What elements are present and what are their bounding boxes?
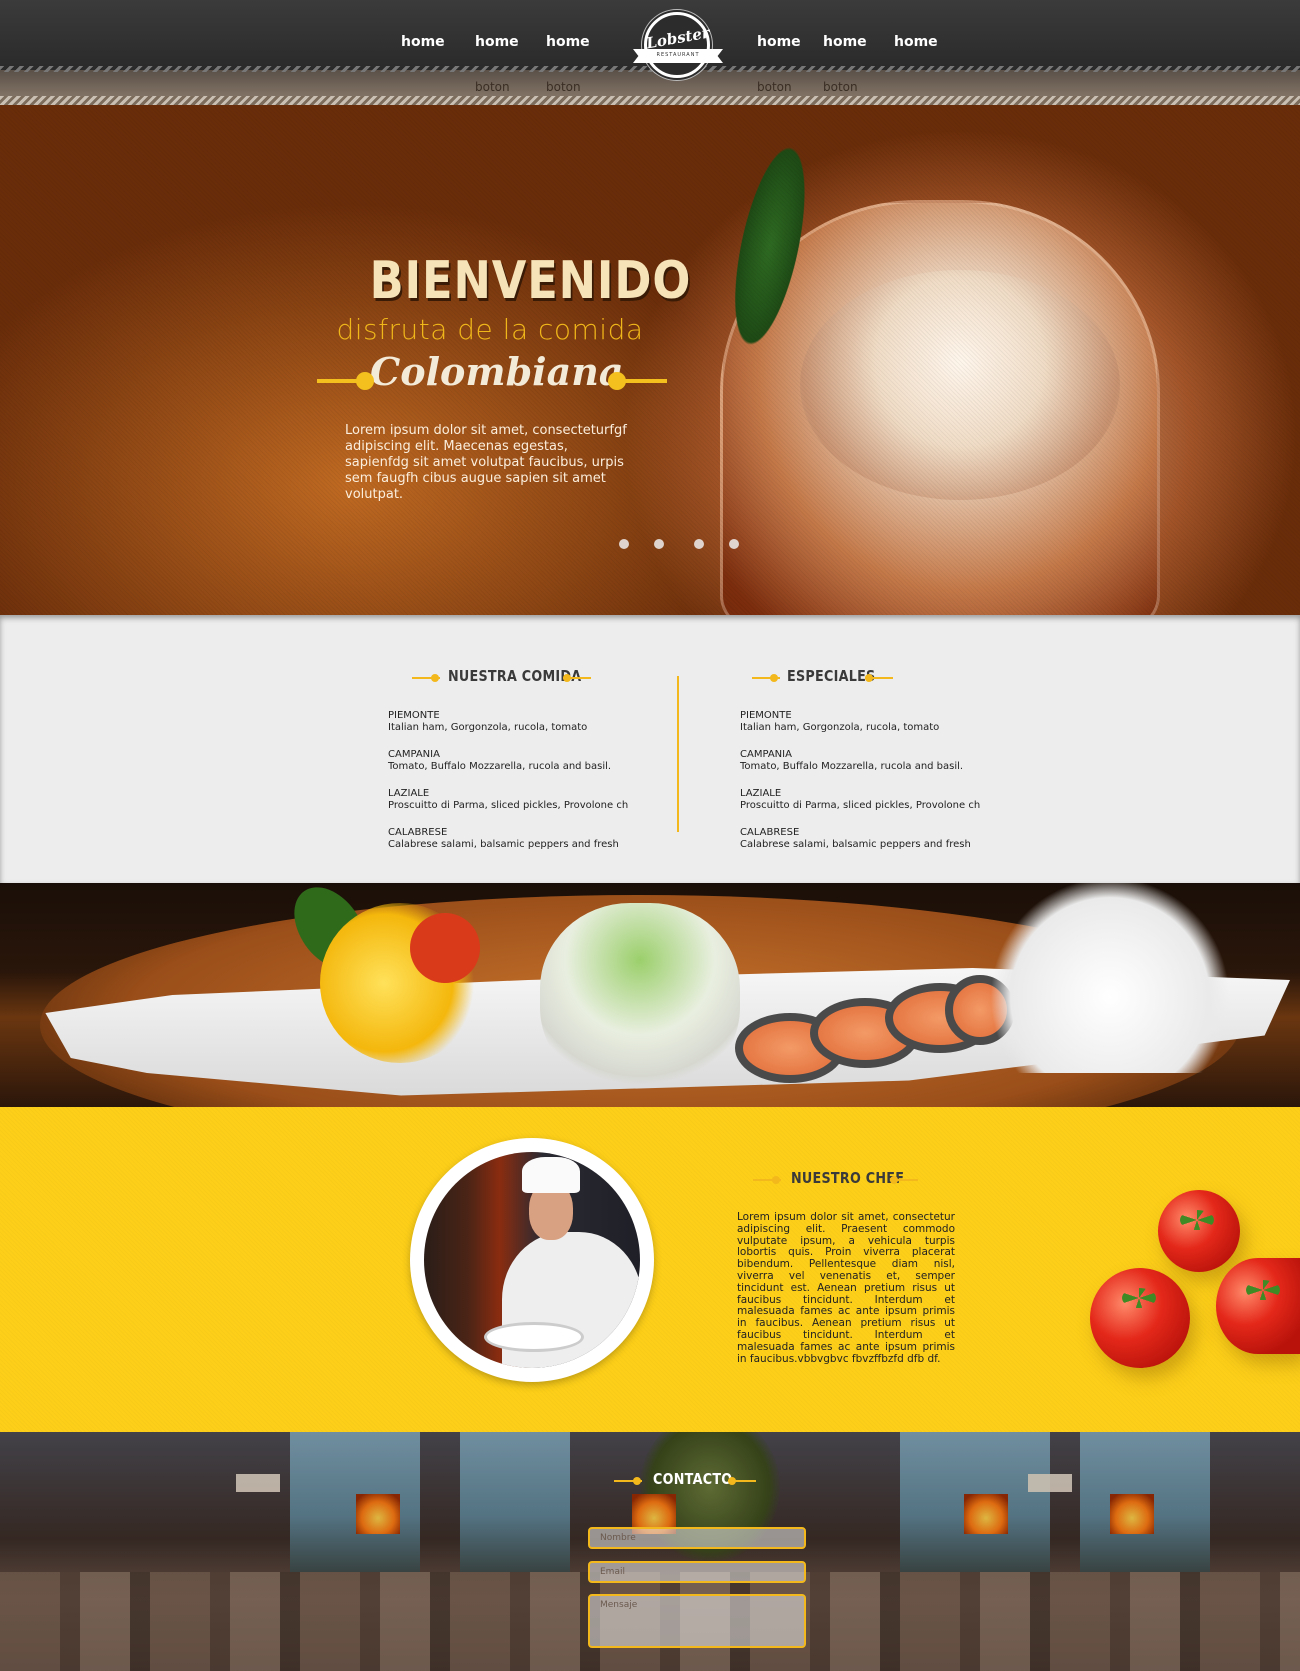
menu-item: PIEMONTE Italian ham, Gorgonzola, rucola… bbox=[740, 710, 1000, 734]
menu-item-desc: Italian ham, Gorgonzola, rucola, tomato bbox=[388, 722, 588, 733]
chef-photo-inner bbox=[424, 1152, 640, 1368]
contact-heading-dot-left bbox=[633, 1477, 641, 1485]
menu-item-name: LAZIALE bbox=[740, 788, 782, 799]
especiales-heading: ESPECIALES bbox=[787, 667, 876, 685]
menu-item-name: PIEMONTE bbox=[388, 710, 440, 721]
tomato-stem-icon bbox=[1180, 1210, 1214, 1230]
tomato-stem-icon bbox=[1246, 1280, 1280, 1300]
menu-item-name: PIEMONTE bbox=[740, 710, 792, 721]
menu-right-heading-rule-right bbox=[865, 677, 893, 679]
menu-item: LAZIALE Proscuitto di Parma, sliced pick… bbox=[388, 788, 648, 812]
chef-heading-dot-left bbox=[772, 1176, 780, 1184]
nuestra-comida-heading: NUESTRA COMIDA bbox=[448, 667, 582, 685]
menu-column-divider bbox=[677, 676, 679, 832]
menu-item: CAMPANIA Tomato, Buffalo Mozzarella, ruc… bbox=[740, 749, 1000, 773]
chef-heading-rule-right bbox=[890, 1179, 918, 1181]
sub-nav-boton-2[interactable]: boton bbox=[546, 80, 581, 94]
tomato-image bbox=[1216, 1258, 1300, 1354]
menu-item: CALABRESE Calabrese salami, balsamic pep… bbox=[388, 827, 648, 851]
menu-section bbox=[0, 615, 1300, 883]
menu-item: PIEMONTE Italian ham, Gorgonzola, rucola… bbox=[388, 710, 648, 734]
contacto-heading: CONTACTO bbox=[653, 1470, 733, 1488]
nav-link-home-6[interactable]: home bbox=[894, 34, 938, 50]
tomato-garnish-image bbox=[410, 913, 480, 983]
slider-dot-1[interactable] bbox=[619, 539, 629, 549]
slider-dot-4[interactable] bbox=[729, 539, 739, 549]
hero-subtitle: disfruta de la comida bbox=[336, 313, 644, 346]
menu-item-desc: Calabrese salami, balsamic peppers and f… bbox=[388, 839, 619, 850]
site-header: home home home home home home boton boto… bbox=[0, 0, 1300, 105]
message-field[interactable]: Mensaje bbox=[588, 1594, 806, 1648]
menu-item-name: CALABRESE bbox=[740, 827, 800, 838]
site-logo[interactable]: Lobster RESTAURANT bbox=[633, 12, 723, 82]
tomato-image bbox=[1158, 1190, 1240, 1272]
logo-subtext: RESTAURANT bbox=[656, 52, 700, 58]
name-field[interactable]: Nombre bbox=[588, 1527, 806, 1549]
nav-link-home-5[interactable]: home bbox=[823, 34, 867, 50]
menu-right-heading-dot-left bbox=[770, 674, 778, 682]
email-field[interactable]: Email bbox=[588, 1561, 806, 1583]
menu-left-heading-rule-right bbox=[563, 677, 591, 679]
chef-photo bbox=[410, 1138, 654, 1382]
hero-banner: BIENVENIDO disfruta de la comida Colombi… bbox=[0, 105, 1300, 615]
menu-item-name: CAMPANIA bbox=[388, 749, 440, 760]
nuestro-chef-heading: NUESTRO CHEF bbox=[791, 1169, 905, 1187]
nav-link-home-4[interactable]: home bbox=[757, 34, 801, 50]
nav-link-home-3[interactable]: home bbox=[546, 34, 590, 50]
slider-dot-3[interactable] bbox=[694, 539, 704, 549]
menu-item-desc: Proscuitto di Parma, sliced pickles, Pro… bbox=[388, 800, 629, 811]
hero-description: Lorem ipsum dolor sit amet, consecteturf… bbox=[345, 423, 627, 502]
chef-hat-image bbox=[522, 1157, 580, 1193]
tomato-image bbox=[1090, 1268, 1190, 1368]
menu-item: LAZIALE Proscuitto di Parma, sliced pick… bbox=[740, 788, 1000, 812]
slider-dot-2[interactable] bbox=[654, 539, 664, 549]
menu-item-desc: Tomato, Buffalo Mozzarella, rucola and b… bbox=[740, 761, 964, 772]
menu-item-desc: Italian ham, Gorgonzola, rucola, tomato bbox=[740, 722, 940, 733]
menu-item: CALABRESE Calabrese salami, balsamic pep… bbox=[740, 827, 1000, 851]
sub-nav-boton-1[interactable]: boton bbox=[475, 80, 510, 94]
menu-item: CAMPANIA Tomato, Buffalo Mozzarella, ruc… bbox=[388, 749, 648, 773]
hero-right-dot bbox=[608, 372, 626, 390]
contact-heading-rule-right bbox=[728, 1480, 756, 1482]
menu-item-desc: Proscuitto di Parma, sliced pickles, Pro… bbox=[740, 800, 981, 811]
menu-item-name: CAMPANIA bbox=[740, 749, 792, 760]
nav-link-home-1[interactable]: home bbox=[401, 34, 445, 50]
menu-item-name: LAZIALE bbox=[388, 788, 430, 799]
hero-title: BIENVENIDO bbox=[369, 251, 692, 311]
hero-left-dot bbox=[356, 372, 374, 390]
hero-script-title: Colombiana bbox=[370, 349, 624, 394]
especiales-list: PIEMONTE Italian ham, Gorgonzola, rucola… bbox=[740, 710, 1000, 866]
sub-nav-boton-3[interactable]: boton bbox=[757, 80, 792, 94]
menu-item-desc: Calabrese salami, balsamic peppers and f… bbox=[740, 839, 971, 850]
lace-doily-image bbox=[990, 883, 1230, 1073]
nav-link-home-2[interactable]: home bbox=[475, 34, 519, 50]
sub-nav-boton-4[interactable]: boton bbox=[823, 80, 858, 94]
tomato-stem-icon bbox=[1122, 1288, 1156, 1308]
salad-mound-image bbox=[540, 903, 740, 1093]
chef-dish-image bbox=[484, 1322, 584, 1352]
menu-item-name: CALABRESE bbox=[388, 827, 448, 838]
menu-item-desc: Tomato, Buffalo Mozzarella, rucola and b… bbox=[388, 761, 612, 772]
hero-texture-overlay bbox=[0, 105, 1300, 615]
header-zigzag-edge bbox=[0, 96, 1300, 105]
nuestra-comida-list: PIEMONTE Italian ham, Gorgonzola, rucola… bbox=[388, 710, 648, 866]
chef-bio: Lorem ipsum dolor sit amet, consectetur … bbox=[737, 1211, 955, 1365]
plated-dish-banner bbox=[0, 883, 1300, 1107]
menu-left-heading-dot-left bbox=[431, 674, 439, 682]
